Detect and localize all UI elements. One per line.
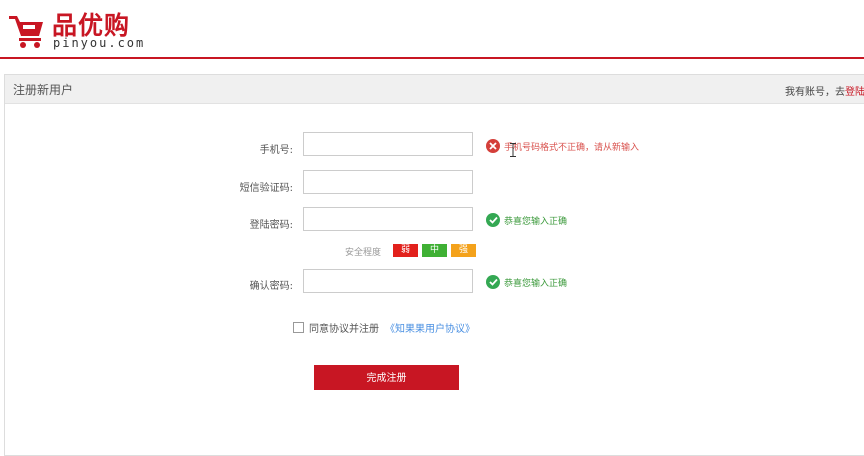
site-header: 品优购 pinyou.com xyxy=(0,0,864,59)
login-prompt: 我有账号，去登陆 xyxy=(785,83,864,98)
confirm-success-text: 恭喜您输入正确 xyxy=(504,278,568,289)
check-icon xyxy=(486,213,500,227)
shopping-cart-icon xyxy=(9,16,43,48)
login-link[interactable]: 登陆 xyxy=(845,87,864,98)
password-success-message: 恭喜您输入正确 xyxy=(486,213,567,227)
sms-code-label: 短信验证码: xyxy=(239,183,293,194)
confirm-password-label: 确认密码: xyxy=(249,281,293,292)
password-success-text: 恭喜您输入正确 xyxy=(504,216,568,227)
confirm-success-message: 恭喜您输入正确 xyxy=(486,275,567,289)
phone-label: 手机号: xyxy=(259,145,293,156)
header-divider xyxy=(0,57,864,59)
check-icon xyxy=(486,275,500,289)
agree-checkbox[interactable] xyxy=(293,322,304,333)
panel-header: 注册新用户 我有账号，去登陆 xyxy=(5,75,864,104)
phone-error-text: 手机号码格式不正确，请从新输入 xyxy=(504,142,640,153)
page-title: 注册新用户 xyxy=(13,83,74,97)
strength-medium: 中 xyxy=(422,244,447,257)
password-label: 登陆密码: xyxy=(249,220,293,231)
agree-text: 同意协议并注册 xyxy=(309,324,379,335)
strength-strong: 强 xyxy=(451,244,476,257)
password-input[interactable] xyxy=(303,207,473,231)
strength-weak: 弱 xyxy=(393,244,418,257)
sms-code-input[interactable] xyxy=(303,170,473,194)
strength-label: 安全程度 xyxy=(345,248,382,258)
phone-error-message: 手机号码格式不正确，请从新输入 xyxy=(486,139,639,153)
logo-domain: pinyou.com xyxy=(53,36,146,50)
error-icon xyxy=(486,139,500,153)
confirm-password-input[interactable] xyxy=(303,269,473,293)
agreement-link[interactable]: 《知果果用户协议》 xyxy=(385,320,475,335)
login-prefix: 我有账号，去 xyxy=(785,87,845,98)
phone-input[interactable] xyxy=(303,132,473,156)
submit-register-button[interactable]: 完成注册 xyxy=(314,365,459,390)
agreement-row: 同意协议并注册 《知果果用户协议》 xyxy=(293,320,475,335)
text-cursor-icon xyxy=(510,143,516,157)
